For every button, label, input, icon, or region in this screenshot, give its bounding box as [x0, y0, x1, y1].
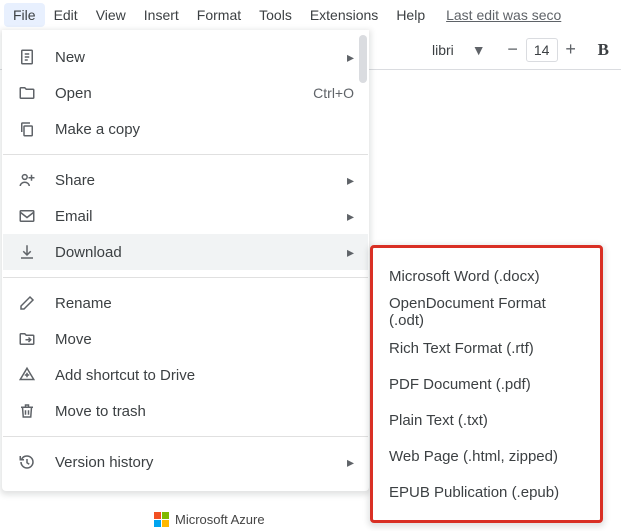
move-icon: [17, 329, 37, 349]
menu-extensions[interactable]: Extensions: [301, 3, 387, 27]
menu-separator: [3, 277, 368, 278]
folder-icon: [17, 83, 37, 103]
menu-item-label: Share: [55, 172, 347, 189]
download-icon: [17, 242, 37, 262]
azure-brand: Microsoft Azure: [150, 508, 269, 531]
menu-item-label: New: [55, 49, 347, 66]
menu-file[interactable]: File: [4, 3, 45, 27]
menu-item-version-history[interactable]: Version history ▸: [3, 444, 368, 480]
menu-help[interactable]: Help: [387, 3, 434, 27]
font-size-increase[interactable]: +: [558, 37, 584, 63]
menu-item-label: Move to trash: [55, 403, 354, 420]
menu-item-make-copy[interactable]: Make a copy: [3, 111, 368, 147]
submenu-arrow-icon: ▸: [347, 244, 354, 261]
menu-shortcut: Ctrl+O: [313, 85, 354, 101]
microsoft-logo-icon: [154, 512, 169, 527]
file-menu-dropdown: New ▸ Open Ctrl+O Make a copy Share ▸ Em…: [2, 30, 369, 491]
menu-separator: [3, 436, 368, 437]
doc-icon: [17, 47, 37, 67]
menu-item-download[interactable]: Download ▸: [3, 234, 368, 270]
drive-shortcut-icon: [17, 365, 37, 385]
menu-item-new[interactable]: New ▸: [3, 39, 368, 75]
mail-icon: [17, 206, 37, 226]
download-rtf[interactable]: Rich Text Format (.rtf): [373, 330, 600, 366]
menu-item-label: Rename: [55, 295, 354, 312]
submenu-arrow-icon: ▸: [347, 172, 354, 189]
menu-item-label: Open: [55, 85, 313, 102]
trash-icon: [17, 401, 37, 421]
menubar: File Edit View Insert Format Tools Exten…: [0, 0, 621, 30]
download-epub[interactable]: EPUB Publication (.epub): [373, 474, 600, 510]
menu-item-rename[interactable]: Rename: [3, 285, 368, 321]
download-html[interactable]: Web Page (.html, zipped): [373, 438, 600, 474]
font-size-decrease[interactable]: −: [500, 37, 526, 63]
rename-icon: [17, 293, 37, 313]
menu-item-label: Move: [55, 331, 354, 348]
submenu-arrow-icon: ▸: [347, 208, 354, 225]
submenu-arrow-icon: ▸: [347, 454, 354, 471]
menu-item-open[interactable]: Open Ctrl+O: [3, 75, 368, 111]
font-name-label: libri: [432, 42, 454, 58]
menu-item-trash[interactable]: Move to trash: [3, 393, 368, 429]
submenu-arrow-icon: ▸: [347, 49, 354, 66]
menu-item-add-shortcut[interactable]: Add shortcut to Drive: [3, 357, 368, 393]
chevron-down-icon: ▼: [472, 42, 486, 58]
download-pdf[interactable]: PDF Document (.pdf): [373, 366, 600, 402]
menu-item-label: Version history: [55, 454, 347, 471]
azure-label: Microsoft Azure: [175, 512, 265, 527]
download-txt[interactable]: Plain Text (.txt): [373, 402, 600, 438]
menu-item-label: Add shortcut to Drive: [55, 367, 354, 384]
menu-edit[interactable]: Edit: [45, 3, 87, 27]
menu-insert[interactable]: Insert: [135, 3, 188, 27]
font-family-select[interactable]: libri ▼: [424, 38, 494, 62]
menu-view[interactable]: View: [87, 3, 135, 27]
menu-item-label: Make a copy: [55, 121, 354, 138]
menu-item-share[interactable]: Share ▸: [3, 162, 368, 198]
last-edit-status[interactable]: Last edit was seco: [446, 7, 561, 23]
menu-item-label: Download: [55, 244, 347, 261]
download-docx[interactable]: Microsoft Word (.docx): [373, 258, 600, 294]
download-odt[interactable]: OpenDocument Format (.odt): [373, 294, 600, 330]
font-size-stepper: − 14 +: [500, 37, 584, 63]
download-submenu: Microsoft Word (.docx) OpenDocument Form…: [370, 245, 603, 523]
share-icon: [17, 170, 37, 190]
copy-icon: [17, 119, 37, 139]
menu-format[interactable]: Format: [188, 3, 250, 27]
menu-tools[interactable]: Tools: [250, 3, 301, 27]
font-size-value[interactable]: 14: [526, 38, 558, 62]
history-icon: [17, 452, 37, 472]
menu-separator: [3, 154, 368, 155]
menu-item-move[interactable]: Move: [3, 321, 368, 357]
bold-button[interactable]: B: [590, 40, 617, 60]
menu-item-label: Email: [55, 208, 347, 225]
menu-item-email[interactable]: Email ▸: [3, 198, 368, 234]
